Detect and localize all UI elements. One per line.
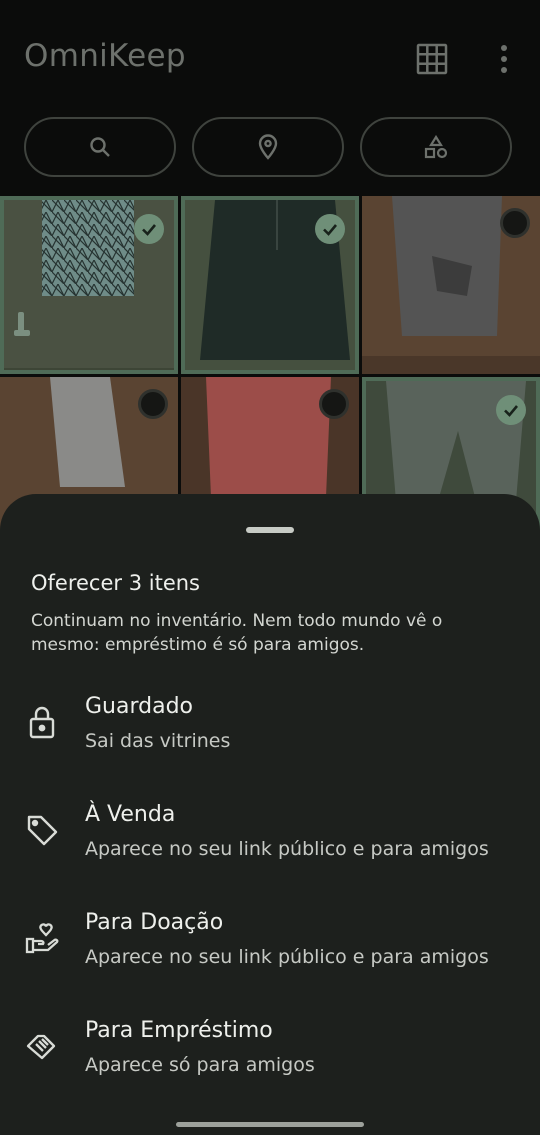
option-para-emprestimo[interactable]: Para Empréstimo Aparece só para amigos [0,1018,540,1118]
tag-icon [22,810,62,850]
option-label: Guardado [85,694,194,719]
option-subtitle: Aparece só para amigos [85,1054,315,1076]
grid-view-icon[interactable] [415,42,449,76]
option-label: Para Empréstimo [85,1018,273,1043]
shapes-category-icon [424,135,448,159]
offer-bottom-sheet: Oferecer 3 itens Continuam no inventário… [0,494,540,1135]
category-filter-chip[interactable] [360,117,512,177]
gesture-nav-bar[interactable] [176,1122,364,1127]
option-a-venda[interactable]: À Venda Aparece no seu link público e pa… [0,802,540,902]
lock-icon [22,702,62,742]
selected-check-icon[interactable] [496,395,526,425]
selected-check-icon[interactable] [315,214,345,244]
location-filter-chip[interactable] [192,117,344,177]
sheet-title: Oferecer 3 itens [31,571,200,595]
unselected-circle-icon[interactable] [319,389,349,419]
location-pin-icon [258,134,278,160]
option-subtitle: Aparece no seu link público e para amigo… [85,838,489,860]
selected-check-icon[interactable] [134,214,164,244]
unselected-circle-icon[interactable] [138,389,168,419]
drag-handle[interactable] [246,527,294,533]
option-guardado[interactable]: Guardado Sai das vitrines [0,694,540,794]
sheet-description: Continuam no inventário. Nem todo mundo … [31,611,443,655]
search-icon [90,137,110,157]
unselected-circle-icon[interactable] [500,208,530,238]
photo-grid [0,196,540,555]
app-title: OmniKeep [24,38,186,74]
more-vert-icon[interactable] [487,42,521,76]
option-subtitle: Sai das vitrines [85,730,231,752]
option-label: Para Doação [85,910,224,935]
option-para-doacao[interactable]: Para Doação Aparece no seu link público … [0,910,540,1010]
option-label: À Venda [85,802,176,827]
option-subtitle: Aparece no seu link público e para amigo… [85,946,489,968]
handshake-icon [22,1026,62,1066]
search-filter-chip[interactable] [24,117,176,177]
photo-tile[interactable] [362,196,540,374]
photo-tile[interactable] [181,196,359,374]
photo-tile[interactable] [0,196,178,374]
hand-heart-icon [22,918,62,958]
